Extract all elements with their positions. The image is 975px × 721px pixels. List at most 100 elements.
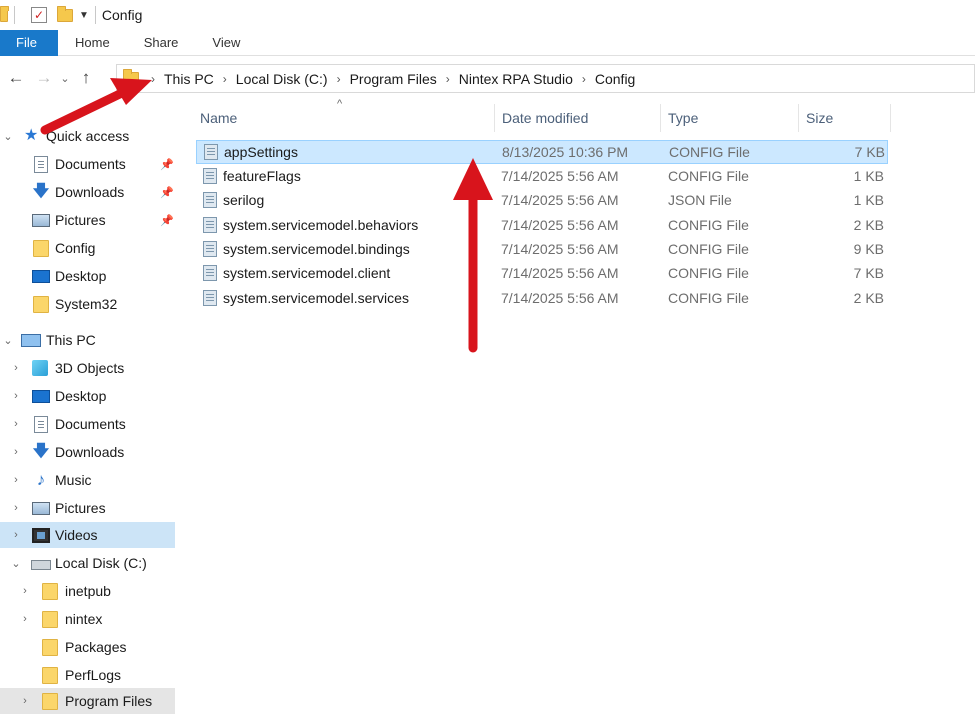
table-row[interactable]: system.servicemodel.behaviors 7/14/2025 …: [196, 213, 888, 237]
breadcrumb-this-pc[interactable]: This PC: [164, 71, 214, 87]
table-row[interactable]: featureFlags 7/14/2025 5:56 AM CONFIG Fi…: [196, 164, 888, 188]
breadcrumb-local-disk[interactable]: Local Disk (C:): [236, 71, 328, 87]
collapse-chevron-icon[interactable]: ›: [10, 390, 22, 402]
sidebar-item-quick-access[interactable]: ⌄ ★ Quick access: [0, 123, 175, 149]
file-name: system.servicemodel.client: [223, 265, 391, 281]
file-size: 2 KB: [853, 217, 884, 233]
tab-home[interactable]: Home: [58, 30, 127, 56]
downloads-icon: 🡇: [32, 183, 50, 200]
sidebar-item-desktop-pc[interactable]: › Desktop: [0, 383, 175, 409]
up-arrow-icon[interactable]: ↑: [74, 68, 98, 88]
sidebar-item-local-disk[interactable]: ⌄ Local Disk (C:): [0, 550, 175, 576]
table-row[interactable]: system.servicemodel.client 7/14/2025 5:5…: [196, 261, 888, 285]
sidebar-item-3d-objects[interactable]: › 3D Objects: [0, 355, 175, 381]
sidebar-item-label: This PC: [46, 332, 96, 348]
sidebar-item-documents[interactable]: Documents 📌: [0, 151, 175, 177]
table-row[interactable]: system.servicemodel.bindings 7/14/2025 5…: [196, 237, 888, 261]
file-size: 1 KB: [853, 192, 884, 208]
sidebar-item-label: Documents: [55, 416, 126, 432]
file-date-modified: 7/14/2025 5:56 AM: [501, 290, 619, 306]
sidebar-item-this-pc[interactable]: ⌄ This PC: [0, 327, 175, 353]
table-row[interactable]: appSettings 8/13/2025 10:36 PM CONFIG Fi…: [196, 140, 888, 164]
collapse-chevron-icon[interactable]: ›: [19, 585, 31, 597]
sidebar-item-perflogs[interactable]: PerfLogs: [0, 662, 175, 688]
sidebar-item-label: Program Files: [65, 693, 153, 709]
chevron-right-icon[interactable]: ›: [151, 72, 155, 86]
sidebar-item-system32[interactable]: System32: [0, 291, 175, 317]
videos-icon: [32, 527, 50, 543]
column-header-type[interactable]: Type: [661, 104, 799, 132]
new-folder-icon[interactable]: [57, 5, 73, 22]
collapse-chevron-icon[interactable]: ›: [10, 446, 22, 458]
tab-share[interactable]: Share: [127, 30, 196, 56]
tab-view[interactable]: View: [195, 30, 257, 56]
collapse-chevron-icon[interactable]: ›: [10, 362, 22, 374]
collapse-chevron-icon[interactable]: ›: [10, 474, 22, 486]
breadcrumb-program-files[interactable]: Program Files: [350, 71, 437, 87]
breadcrumb-config[interactable]: Config: [595, 71, 635, 87]
file-date-modified: 8/13/2025 10:36 PM: [502, 144, 629, 160]
sidebar-item-program-files[interactable]: › Program Files: [0, 688, 175, 714]
file-name: featureFlags: [223, 168, 301, 184]
folder-icon[interactable]: [0, 5, 9, 22]
sidebar-item-videos[interactable]: › Videos: [0, 522, 175, 548]
chevron-right-icon[interactable]: ›: [582, 72, 586, 86]
sidebar-item-nintex[interactable]: › nintex: [0, 606, 175, 632]
file-size: 7 KB: [853, 265, 884, 281]
folder-icon: [42, 638, 58, 656]
tab-file[interactable]: File: [0, 30, 58, 56]
table-row[interactable]: serilog 7/14/2025 5:56 AM JSON File 1 KB: [196, 188, 888, 212]
table-row[interactable]: system.servicemodel.services 7/14/2025 5…: [196, 286, 888, 310]
collapse-chevron-icon[interactable]: ›: [10, 529, 22, 541]
recent-locations-chevron-icon[interactable]: ⌄: [56, 72, 74, 85]
forward-arrow-icon[interactable]: →: [32, 68, 56, 88]
expand-chevron-icon[interactable]: ⌄: [10, 557, 22, 570]
drive-icon: [31, 560, 51, 570]
column-header-name[interactable]: Name: [193, 104, 495, 132]
sidebar-item-inetpub[interactable]: › inetpub: [0, 578, 175, 604]
sidebar-item-music[interactable]: › ♪ Music: [0, 467, 175, 493]
customize-dropdown-icon[interactable]: ▼: [79, 10, 89, 21]
sidebar-item-packages[interactable]: Packages: [0, 634, 175, 660]
file-type: CONFIG File: [668, 168, 749, 184]
back-arrow-icon[interactable]: ←: [4, 68, 28, 88]
chevron-right-icon[interactable]: ›: [223, 72, 227, 86]
file-type: CONFIG File: [668, 290, 749, 306]
divider: [94, 6, 96, 24]
breadcrumb-nintex-rpa-studio[interactable]: Nintex RPA Studio: [459, 71, 573, 87]
file-type: CONFIG File: [668, 265, 749, 281]
music-icon: ♪: [36, 470, 46, 489]
properties-icon[interactable]: ✓: [31, 7, 47, 23]
collapse-chevron-icon[interactable]: ›: [10, 418, 22, 430]
pin-icon: 📌: [160, 214, 174, 227]
chevron-right-icon[interactable]: ›: [337, 72, 341, 86]
sidebar-item-label: Local Disk (C:): [55, 555, 147, 571]
expand-chevron-icon[interactable]: ⌄: [2, 130, 14, 143]
collapse-chevron-icon[interactable]: ›: [19, 613, 31, 625]
json-file-icon: [203, 192, 217, 208]
file-size: 1 KB: [853, 168, 884, 184]
file-date-modified: 7/14/2025 5:56 AM: [501, 217, 619, 233]
pictures-icon: [32, 501, 50, 515]
sidebar-item-pictures[interactable]: Pictures 📌: [0, 207, 175, 233]
column-header-date-modified[interactable]: Date modified: [495, 104, 661, 132]
sidebar-item-desktop[interactable]: Desktop: [0, 263, 175, 289]
address-bar[interactable]: › This PC › Local Disk (C:) › Program Fi…: [116, 64, 975, 93]
file-type: CONFIG File: [669, 144, 750, 160]
sidebar-item-downloads[interactable]: 🡇 Downloads 📌: [0, 179, 175, 205]
sidebar-item-documents-pc[interactable]: › Documents: [0, 411, 175, 437]
documents-icon: [34, 415, 48, 433]
folder-icon: [42, 692, 58, 710]
folder-icon: [42, 666, 58, 684]
collapse-chevron-icon[interactable]: ›: [19, 695, 31, 707]
file-name: appSettings: [224, 144, 298, 160]
column-header-size[interactable]: Size: [799, 104, 891, 132]
chevron-right-icon[interactable]: ›: [446, 72, 450, 86]
sidebar-item-pictures-pc[interactable]: › Pictures: [0, 495, 175, 521]
sidebar-item-label: nintex: [65, 611, 103, 627]
expand-chevron-icon[interactable]: ⌄: [2, 334, 14, 347]
sidebar-item-downloads-pc[interactable]: › 🡇 Downloads: [0, 439, 175, 465]
navigation-pane: ⌄ ★ Quick access Documents 📌 🡇 Downloads…: [0, 122, 178, 721]
collapse-chevron-icon[interactable]: ›: [10, 502, 22, 514]
sidebar-item-config[interactable]: Config: [0, 235, 175, 261]
